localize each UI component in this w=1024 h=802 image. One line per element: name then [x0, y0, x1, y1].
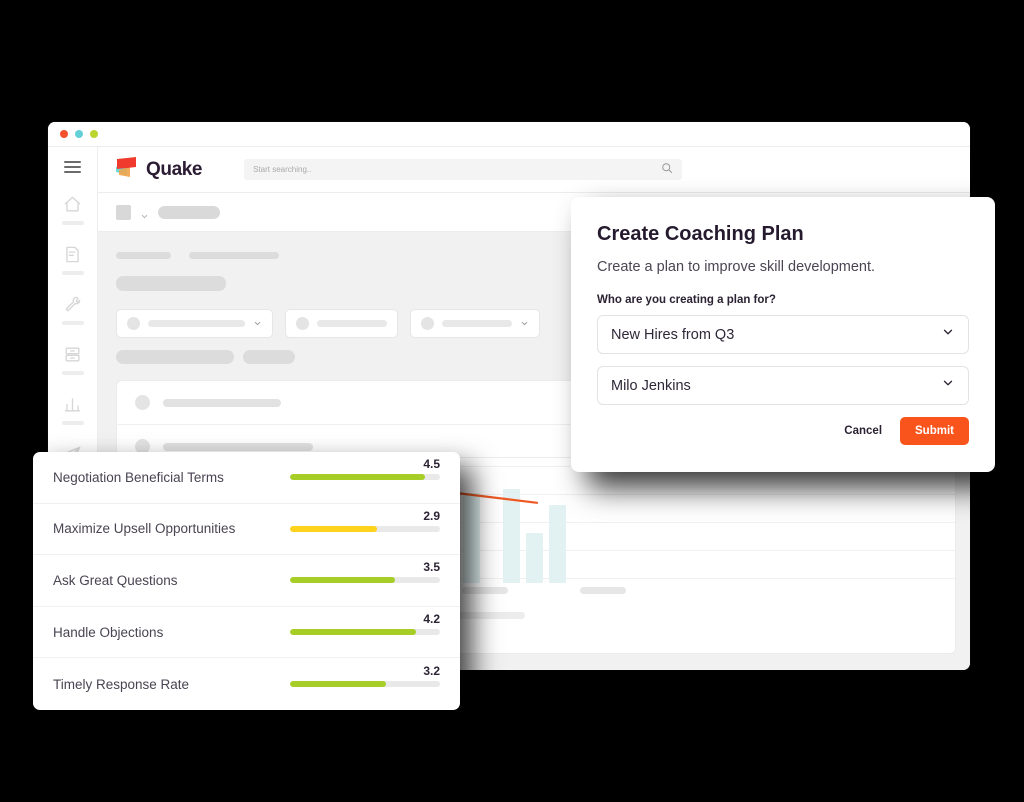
person-select-value: Milo Jenkins: [611, 377, 691, 394]
skill-meter: 4.2: [290, 612, 440, 636]
skill-progress-track: [290, 474, 440, 481]
bar-chart-icon: [63, 395, 82, 414]
skill-row: Maximize Upsell Opportunities 2.9: [33, 504, 460, 556]
filter-chip[interactable]: [285, 309, 398, 338]
skill-name: Handle Objections: [53, 624, 164, 640]
screenshot-stage: Quake Start searching.. Create Coaching …: [0, 0, 1024, 802]
search-placeholder: Start searching..: [253, 165, 312, 174]
skill-name: Ask Great Questions: [53, 572, 178, 588]
avatar-icon: [127, 317, 140, 330]
skill-meter: 2.9: [290, 509, 440, 532]
maximize-window-button[interactable]: [90, 130, 98, 138]
skill-score: 4.2: [423, 612, 440, 627]
quake-flag-logo-icon: [114, 156, 140, 183]
skill-meter: 4.5: [290, 457, 440, 481]
skill-score: 4.5: [423, 457, 440, 472]
skill-progress-track: [290, 629, 440, 636]
search-input[interactable]: Start searching..: [244, 159, 683, 180]
skill-score: 3.5: [423, 560, 440, 575]
wrench-icon: [63, 295, 82, 314]
skill-progress-track: [290, 681, 440, 688]
skill-row: Handle Objections 4.2: [33, 607, 460, 659]
avatar-icon: [421, 317, 434, 330]
sidebar-item-label: [61, 371, 84, 375]
modal-subtitle: Create a plan to improve skill developme…: [597, 259, 876, 275]
skill-progress-fill: [290, 525, 377, 532]
sidebar-item-tools[interactable]: [53, 295, 93, 325]
sidebar-item-home[interactable]: [53, 195, 93, 225]
skill-meter: 3.5: [290, 560, 440, 584]
sidebar-item-label: [61, 271, 84, 275]
create-coaching-plan-modal: Create Coaching Plan Create a plan to im…: [571, 197, 995, 472]
window-titlebar: [48, 122, 970, 147]
chevron-down-icon: [253, 315, 262, 333]
sidebar-item-label: [61, 221, 84, 225]
brand-logo[interactable]: Quake: [114, 156, 202, 183]
breadcrumb-thumbnail: [116, 204, 131, 220]
skill-score: 2.9: [423, 508, 440, 523]
skill-progress-fill: [290, 629, 416, 636]
avatar-icon: [135, 395, 150, 410]
chip-label-placeholder: [148, 320, 245, 327]
x-axis-label: [580, 587, 626, 594]
text-placeholder: [243, 350, 295, 364]
chevron-down-icon[interactable]: [140, 208, 149, 218]
skill-row: Ask Great Questions 3.5: [33, 555, 460, 607]
skill-progress-track: [290, 577, 440, 584]
home-icon: [63, 195, 82, 214]
text-placeholder: [116, 350, 234, 364]
chip-label-placeholder: [442, 320, 512, 327]
chip-label-placeholder: [317, 320, 387, 327]
filter-chip[interactable]: [116, 309, 273, 338]
skills-panel: Negotiation Beneficial Terms 4.5 Maximize …: [33, 452, 460, 710]
chevron-down-icon: [941, 325, 955, 344]
list-item-label-placeholder: [163, 398, 281, 407]
modal-title: Create Coaching Plan: [597, 223, 804, 245]
chevron-down-icon: [520, 315, 529, 333]
sidebar-item-archive[interactable]: [53, 345, 93, 375]
skill-score: 3.2: [423, 664, 440, 679]
skill-name: Maximize Upsell Opportunities: [53, 521, 236, 537]
skill-row: Timely Response Rate 3.2: [33, 658, 460, 710]
list-item-label-placeholder: [163, 442, 313, 451]
modal-question-label: Who are you creating a plan for?: [597, 294, 776, 306]
sidebar-item-notes[interactable]: [53, 245, 93, 275]
sidebar-item-label: [61, 421, 84, 425]
top-bar: Quake Start searching..: [98, 147, 970, 193]
audience-select-value: New Hires from Q3: [611, 326, 735, 343]
skill-progress-fill: [290, 681, 386, 688]
filter-chip[interactable]: [410, 309, 540, 338]
skill-progress-fill: [290, 577, 395, 584]
close-window-button[interactable]: [60, 130, 68, 138]
sidebar-item-label: [61, 321, 84, 325]
breadcrumb-title-placeholder: [158, 205, 220, 219]
minimize-window-button[interactable]: [75, 130, 83, 138]
skill-meter: 3.2: [290, 664, 440, 688]
skill-row: Negotiation Beneficial Terms 4.5: [33, 452, 460, 504]
brand-name: Quake: [146, 158, 203, 180]
audience-select[interactable]: New Hires from Q3: [597, 315, 969, 354]
search-icon: [661, 161, 673, 179]
note-icon: [63, 245, 82, 264]
archive-icon: [63, 345, 82, 364]
avatar-icon: [296, 317, 309, 330]
skill-name: Timely Response Rate: [53, 676, 190, 692]
text-placeholder: [116, 252, 171, 259]
hamburger-icon[interactable]: [64, 161, 81, 173]
skill-progress-fill: [290, 474, 425, 481]
text-placeholder: [189, 252, 279, 259]
skill-progress-track: [290, 525, 440, 532]
chevron-down-icon: [941, 376, 955, 395]
submit-button[interactable]: Submit: [900, 417, 969, 445]
heading-placeholder: [116, 276, 226, 291]
skill-name: Negotiation Beneficial Terms: [53, 469, 224, 485]
modal-actions: Cancel Submit: [597, 417, 969, 445]
cancel-button[interactable]: Cancel: [842, 421, 884, 441]
sidebar-item-reports[interactable]: [53, 395, 93, 425]
x-axis-label: [462, 587, 508, 594]
person-select[interactable]: Milo Jenkins: [597, 366, 969, 405]
